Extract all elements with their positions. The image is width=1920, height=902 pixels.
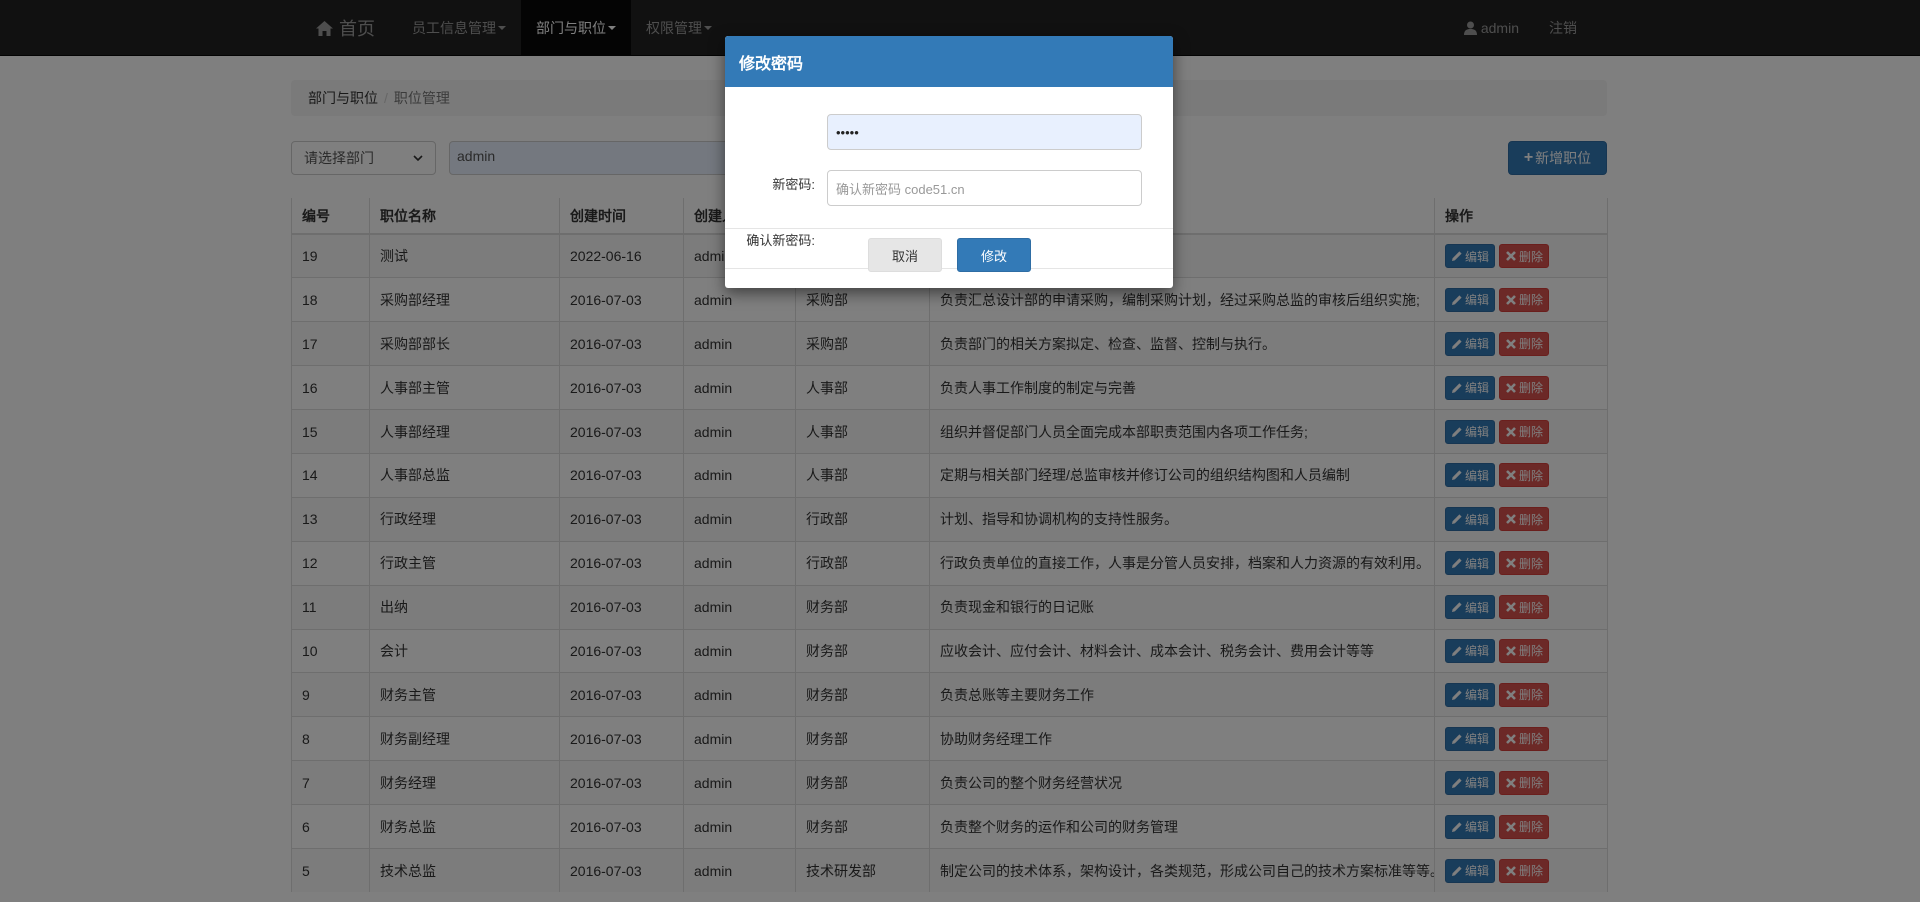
submit-button[interactable]: 修改 (957, 238, 1031, 272)
new-password-value: ••••• (836, 124, 859, 140)
submit-button-label: 修改 (980, 248, 1007, 264)
new-password-field[interactable]: ••••• (827, 114, 1142, 150)
modal-footer: 取消 修改 (725, 228, 1173, 288)
modal-header: 修改密码 (725, 36, 1173, 87)
modal-title: 修改密码 (739, 55, 804, 73)
change-password-modal: 修改密码 新密码: 确认新密码: ••••• 确认新密码 code51.cn 取… (725, 36, 1173, 288)
cancel-button-label: 取消 (891, 248, 918, 264)
new-password-label: 新密码: (772, 177, 815, 192)
cancel-button[interactable]: 取消 (868, 238, 942, 272)
confirm-password-field[interactable]: 确认新密码 code51.cn (827, 170, 1142, 206)
confirm-password-placeholder: 确认新密码 code51.cn (836, 181, 965, 197)
